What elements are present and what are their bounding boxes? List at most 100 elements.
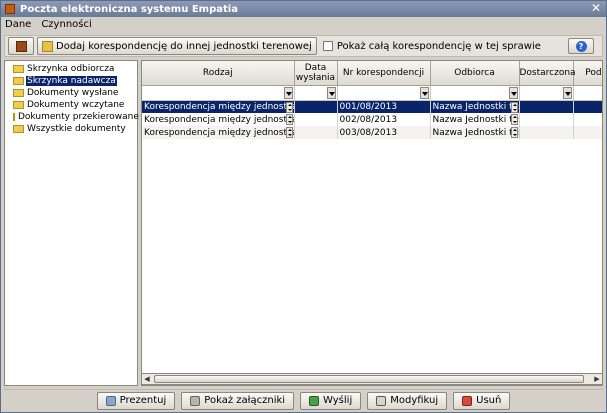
send-icon bbox=[309, 395, 320, 406]
horizontal-scrollbar[interactable]: ◀ ▶ bbox=[141, 373, 603, 385]
table-row[interactable]: Korespondencja między jednostkami 001/08… bbox=[142, 100, 602, 113]
chevron-down-icon[interactable] bbox=[283, 86, 293, 99]
menu-czynnosci[interactable]: Czynności bbox=[41, 19, 91, 30]
cell-nr-korespondencji: 002/08/2013 bbox=[337, 113, 431, 126]
tree-item-skrzynka-nadawcza[interactable]: Skrzynka nadawcza bbox=[5, 75, 137, 87]
delete-label: Usuń bbox=[476, 395, 502, 406]
present-icon bbox=[105, 395, 116, 406]
scroll-left-icon[interactable]: ◀ bbox=[142, 374, 152, 384]
add-correspondence-label: Dodaj korespondencję do innej jednostki … bbox=[56, 40, 312, 52]
attachment-icon bbox=[190, 395, 201, 406]
filter-data-wyslania[interactable] bbox=[294, 85, 338, 101]
book-icon bbox=[15, 40, 27, 52]
modify-label: Modyfikuj bbox=[390, 395, 439, 406]
book-button[interactable] bbox=[8, 37, 34, 55]
tree-item-dokumenty-wczytane[interactable]: Dokumenty wczytane bbox=[5, 99, 137, 111]
cell-rodzaj: Korespondencja między jednostkami bbox=[142, 100, 295, 113]
filter-odbiorca[interactable] bbox=[430, 85, 520, 101]
send-label: Wyślij bbox=[323, 395, 353, 406]
folder-icon bbox=[13, 125, 24, 133]
tree-item-label: Dokumenty przekierowane bbox=[18, 112, 139, 122]
cell-odbiorca: Nazwa Jednostki tes bbox=[430, 100, 520, 113]
cell-nr-korespondencji: 001/08/2013 bbox=[337, 100, 431, 113]
folder-icon bbox=[13, 113, 15, 121]
cell-data-wyslania bbox=[294, 113, 338, 126]
column-header-dostarczona[interactable]: Dostarczona bbox=[519, 61, 576, 86]
send-button[interactable]: Wyślij bbox=[300, 391, 362, 410]
folder-icon bbox=[13, 89, 24, 97]
tree-item-label: Dokumenty wczytane bbox=[27, 100, 125, 110]
present-button[interactable]: Prezentuj bbox=[96, 391, 176, 410]
show-attachments-label: Pokaż załączniki bbox=[204, 395, 286, 406]
close-icon[interactable]: ✕ bbox=[589, 2, 603, 15]
cell-rodzaj: Korespondencja między jednostkami bbox=[142, 113, 295, 126]
delete-icon bbox=[462, 395, 473, 406]
present-label: Prezentuj bbox=[119, 395, 167, 406]
cell-dostarczona bbox=[519, 100, 574, 113]
cell-odbiorca: Nazwa Jednostki tes bbox=[430, 113, 520, 126]
spinner-icon[interactable] bbox=[510, 127, 518, 138]
spinner-icon[interactable] bbox=[285, 114, 293, 125]
chevron-down-icon[interactable] bbox=[562, 86, 572, 99]
cell-data-wyslania bbox=[294, 126, 338, 139]
cell-odbiorca-text: Nazwa Jednostki tes bbox=[432, 101, 519, 112]
menu-dane[interactable]: Dane bbox=[5, 19, 31, 30]
app-icon bbox=[5, 4, 15, 14]
filter-rodzaj[interactable] bbox=[142, 85, 295, 101]
show-all-checkbox[interactable] bbox=[322, 41, 333, 51]
chevron-down-icon[interactable] bbox=[419, 86, 429, 99]
column-header-rodzaj[interactable]: Rodzaj bbox=[142, 61, 295, 86]
tree-item-label: Dokumenty wysłane bbox=[27, 88, 119, 98]
cell-rodzaj-text: Korespondencja między jednostkami bbox=[144, 101, 294, 112]
action-bar: Prezentuj Pokaż załączniki Wyślij Modyfi… bbox=[4, 389, 603, 411]
cell-odbiorca-text: Nazwa Jednostki tes bbox=[432, 127, 519, 138]
cell-podpis bbox=[573, 100, 602, 113]
cell-podpis bbox=[573, 126, 602, 139]
main-window: Poczta elektroniczna systemu Empatia ✕ D… bbox=[0, 0, 607, 413]
tree-item-label: Skrzynka nadawcza bbox=[26, 76, 117, 86]
correspondence-grid: Rodzaj Data wysłania Nr korespondencji O… bbox=[141, 60, 603, 386]
column-header-odbiorca[interactable]: Odbiorca bbox=[430, 61, 520, 86]
chevron-down-icon[interactable] bbox=[326, 86, 336, 99]
show-attachments-button[interactable]: Pokaż załączniki bbox=[181, 391, 295, 410]
cell-data-wyslania bbox=[294, 100, 338, 113]
folder-icon bbox=[13, 77, 24, 85]
chevron-down-icon[interactable] bbox=[508, 86, 518, 99]
add-correspondence-button[interactable]: Dodaj korespondencję do innej jednostki … bbox=[37, 37, 317, 55]
spinner-icon[interactable] bbox=[510, 114, 518, 125]
folder-icon bbox=[13, 101, 24, 109]
menu-bar: Dane Czynności bbox=[1, 17, 606, 32]
tree-item-label: Skrzynka odbiorcza bbox=[27, 64, 115, 74]
column-header-data-wyslania[interactable]: Data wysłania bbox=[294, 61, 338, 86]
filter-dostarczona[interactable] bbox=[519, 85, 574, 101]
tree-item-dokumenty-wyslane[interactable]: Dokumenty wysłane bbox=[5, 87, 137, 99]
spinner-icon[interactable] bbox=[510, 101, 518, 113]
table-row[interactable]: Korespondencja między jednostkami 003/08… bbox=[142, 126, 602, 139]
cell-rodzaj: Korespondencja między jednostkami bbox=[142, 126, 295, 139]
delete-button[interactable]: Usuń bbox=[453, 391, 511, 410]
tree-item-label: Wszystkie dokumenty bbox=[27, 124, 126, 134]
spinner-icon[interactable] bbox=[285, 101, 293, 113]
filter-podpis[interactable] bbox=[573, 85, 602, 101]
table-row[interactable]: Korespondencja między jednostkami 002/08… bbox=[142, 113, 602, 126]
cell-rodzaj-text: Korespondencja między jednostkami bbox=[144, 127, 294, 138]
show-all-label: Pokaż całą korespondencję w tej sprawie bbox=[336, 40, 541, 52]
tree-item-dokumenty-przekierowane[interactable]: Dokumenty przekierowane bbox=[5, 111, 139, 123]
scroll-right-icon[interactable]: ▶ bbox=[592, 374, 602, 384]
column-header-podpis[interactable]: Podpi bbox=[573, 61, 602, 86]
cell-dostarczona bbox=[519, 113, 574, 126]
window-title: Poczta elektroniczna systemu Empatia bbox=[20, 3, 238, 15]
tree-item-skrzynka-odbiorcza[interactable]: Skrzynka odbiorcza bbox=[5, 63, 137, 75]
cell-odbiorca-text: Nazwa Jednostki tes bbox=[432, 114, 519, 125]
spinner-icon[interactable] bbox=[285, 127, 293, 138]
modify-button[interactable]: Modyfikuj bbox=[367, 391, 448, 410]
scrollbar-thumb[interactable] bbox=[154, 375, 584, 383]
folder-icon bbox=[13, 65, 24, 73]
tree-item-wszystkie-dokumenty[interactable]: Wszystkie dokumenty bbox=[5, 123, 137, 135]
filter-nr-korespondencji[interactable] bbox=[337, 85, 431, 101]
title-bar: Poczta elektroniczna systemu Empatia ✕ bbox=[1, 1, 606, 17]
column-header-nr-korespondencji[interactable]: Nr korespondencji bbox=[337, 61, 431, 86]
toolbar: Dodaj korespondencję do innej jednostki … bbox=[4, 35, 603, 57]
cell-podpis bbox=[573, 113, 602, 126]
help-button[interactable]: ? bbox=[568, 38, 594, 54]
